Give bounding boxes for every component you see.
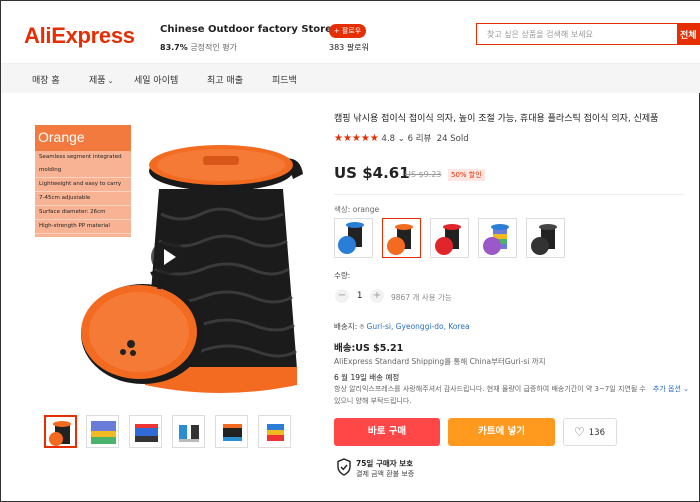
rating-value: 4.8 — [381, 134, 396, 144]
video-play-icon[interactable] — [151, 240, 185, 274]
thumbnail-2[interactable] — [86, 415, 119, 448]
nav-item-products[interactable]: 제품 ⌄ — [89, 73, 113, 86]
color-swatch-black[interactable] — [526, 218, 565, 258]
swatch-image — [483, 224, 509, 255]
follow-button[interactable]: + 팔로우 — [329, 24, 366, 38]
main-product-image[interactable]: Orange Seamless segment integrated moldi… — [31, 119, 321, 404]
quantity-label: 수량: — [334, 271, 351, 280]
store-dropdown-icon[interactable]: ⌄ — [301, 25, 308, 34]
thumbnail-1[interactable] — [44, 415, 77, 448]
color-swatch-blue[interactable] — [334, 218, 373, 258]
thumbnail-image — [223, 424, 242, 441]
swatch-image — [338, 222, 364, 254]
original-price: US $9.23 — [405, 170, 442, 179]
store-rating-value: 83.7% — [160, 43, 188, 52]
quantity-input[interactable]: 1 — [357, 291, 362, 301]
rating-row: ★★★★★ 4.8 ⌄ 6 리뷰 24 Sold — [334, 132, 469, 144]
shipping-notice: 추가 옵션 ⌄ 항상 알리익스프레스를 사랑해주셔서 감사드립니다. 현재 물량… — [334, 383, 689, 407]
thumbnail-image — [49, 421, 71, 446]
chevron-down-icon: ⌄ — [107, 77, 114, 85]
nav-item-top-selling[interactable]: 최고 매출 — [207, 73, 243, 86]
ship-to: 배송지: ⌾ Guri-si, Gyeonggi-do, Korea — [334, 321, 470, 332]
color-swatch-orange[interactable] — [382, 218, 421, 258]
thumbnail-image — [91, 421, 116, 444]
nav-item-feedback[interactable]: 피드백 — [272, 73, 297, 86]
shipping-method: AliExpress Standard Shipping를 통해 China부터… — [334, 357, 546, 366]
quantity-decrease-button[interactable]: − — [335, 289, 349, 303]
sold-count: 24 Sold — [436, 134, 469, 144]
color-swatch-rainbow[interactable] — [478, 218, 517, 258]
search-input[interactable]: 찾고 싶은 상품을 검색해 보세요 — [476, 23, 678, 45]
nav-item-store-home[interactable]: 매장 홈 — [32, 73, 60, 86]
thumbnail-5[interactable] — [215, 415, 248, 448]
aliexpress-logo[interactable]: AliExpress — [24, 23, 135, 49]
store-rating: 83.7% 긍정적인 평가 — [160, 42, 237, 53]
header: AliExpress Chinese Outdoor factory Store… — [1, 1, 700, 63]
nav-item-sale-items[interactable]: 세일 아이템 — [134, 73, 178, 86]
current-price: US $4.61 — [334, 164, 410, 182]
thumbnail-image — [179, 425, 199, 442]
more-options-link[interactable]: 추가 옵션 ⌄ — [653, 383, 689, 395]
thumbnail-4[interactable] — [172, 415, 205, 448]
buyer-protection-title: 75일 구매자 보호 — [356, 459, 414, 468]
color-value: orange — [352, 205, 380, 214]
swatch-image — [435, 224, 461, 255]
store-rating-text: 긍정적인 평가 — [190, 43, 238, 52]
buyer-protection-text: 결제 금액 환불 보증 — [356, 470, 415, 478]
location-pin-icon: ⌾ — [359, 322, 365, 331]
shipping-cost: 배송:US $5.21 — [334, 343, 404, 354]
color-swatch-red[interactable] — [430, 218, 469, 258]
thumbnail-image — [135, 424, 158, 442]
swatch-image — [387, 224, 413, 255]
quantity-increase-button[interactable]: + — [370, 289, 384, 303]
chevron-down-icon[interactable]: ⌄ — [398, 134, 405, 144]
discount-badge: 50% 할인 — [448, 169, 485, 181]
ship-to-location-link[interactable]: Guri-si, Gyeonggi-do, Korea — [367, 322, 470, 331]
shipping-notice-text: 항상 알리익스프레스를 사랑해주셔서 감사드립니다. 현재 물량이 급증하여 배… — [334, 385, 646, 405]
buy-now-button[interactable]: 바로 구매 — [334, 418, 440, 446]
review-count-link[interactable]: 6 리뷰 — [408, 134, 432, 144]
wishlist-button[interactable]: ♡ 136 — [563, 418, 617, 446]
color-label: 색상: orange — [334, 204, 379, 215]
rating-stars-icon: ★★★★★ — [334, 133, 379, 144]
quantity-available: 9867 개 사용 가능 — [391, 293, 452, 302]
search-scope-button[interactable]: 전체 — [677, 23, 700, 45]
delivery-date: 6 월 19일 배송 예정 — [334, 373, 400, 382]
nav-item-label: 제품 — [89, 76, 106, 86]
color-label-text: 색상: — [334, 205, 351, 214]
swatch-image — [531, 224, 557, 255]
thumbnail-strip — [44, 415, 294, 451]
add-to-cart-button[interactable]: 카트에 넣기 — [448, 418, 555, 446]
thumbnail-3[interactable] — [129, 415, 162, 448]
heart-icon: ♡ — [574, 425, 585, 439]
shield-check-icon — [337, 458, 351, 476]
follower-count: 383 팔로워 — [329, 43, 369, 52]
wishlist-count: 136 — [588, 428, 605, 438]
divider — [334, 194, 684, 195]
ship-to-label: 배송지: — [334, 322, 358, 331]
store-nav: 매장 홈 제품 ⌄ 세일 아이템 최고 매출 피드백 — [1, 63, 700, 93]
thumbnail-image — [267, 424, 284, 441]
thumbnail-6[interactable] — [258, 415, 291, 448]
product-title: 캠핑 낚시용 접이식 접이식 의자, 높이 조절 가능, 휴대용 플라스틱 접이… — [334, 114, 659, 124]
